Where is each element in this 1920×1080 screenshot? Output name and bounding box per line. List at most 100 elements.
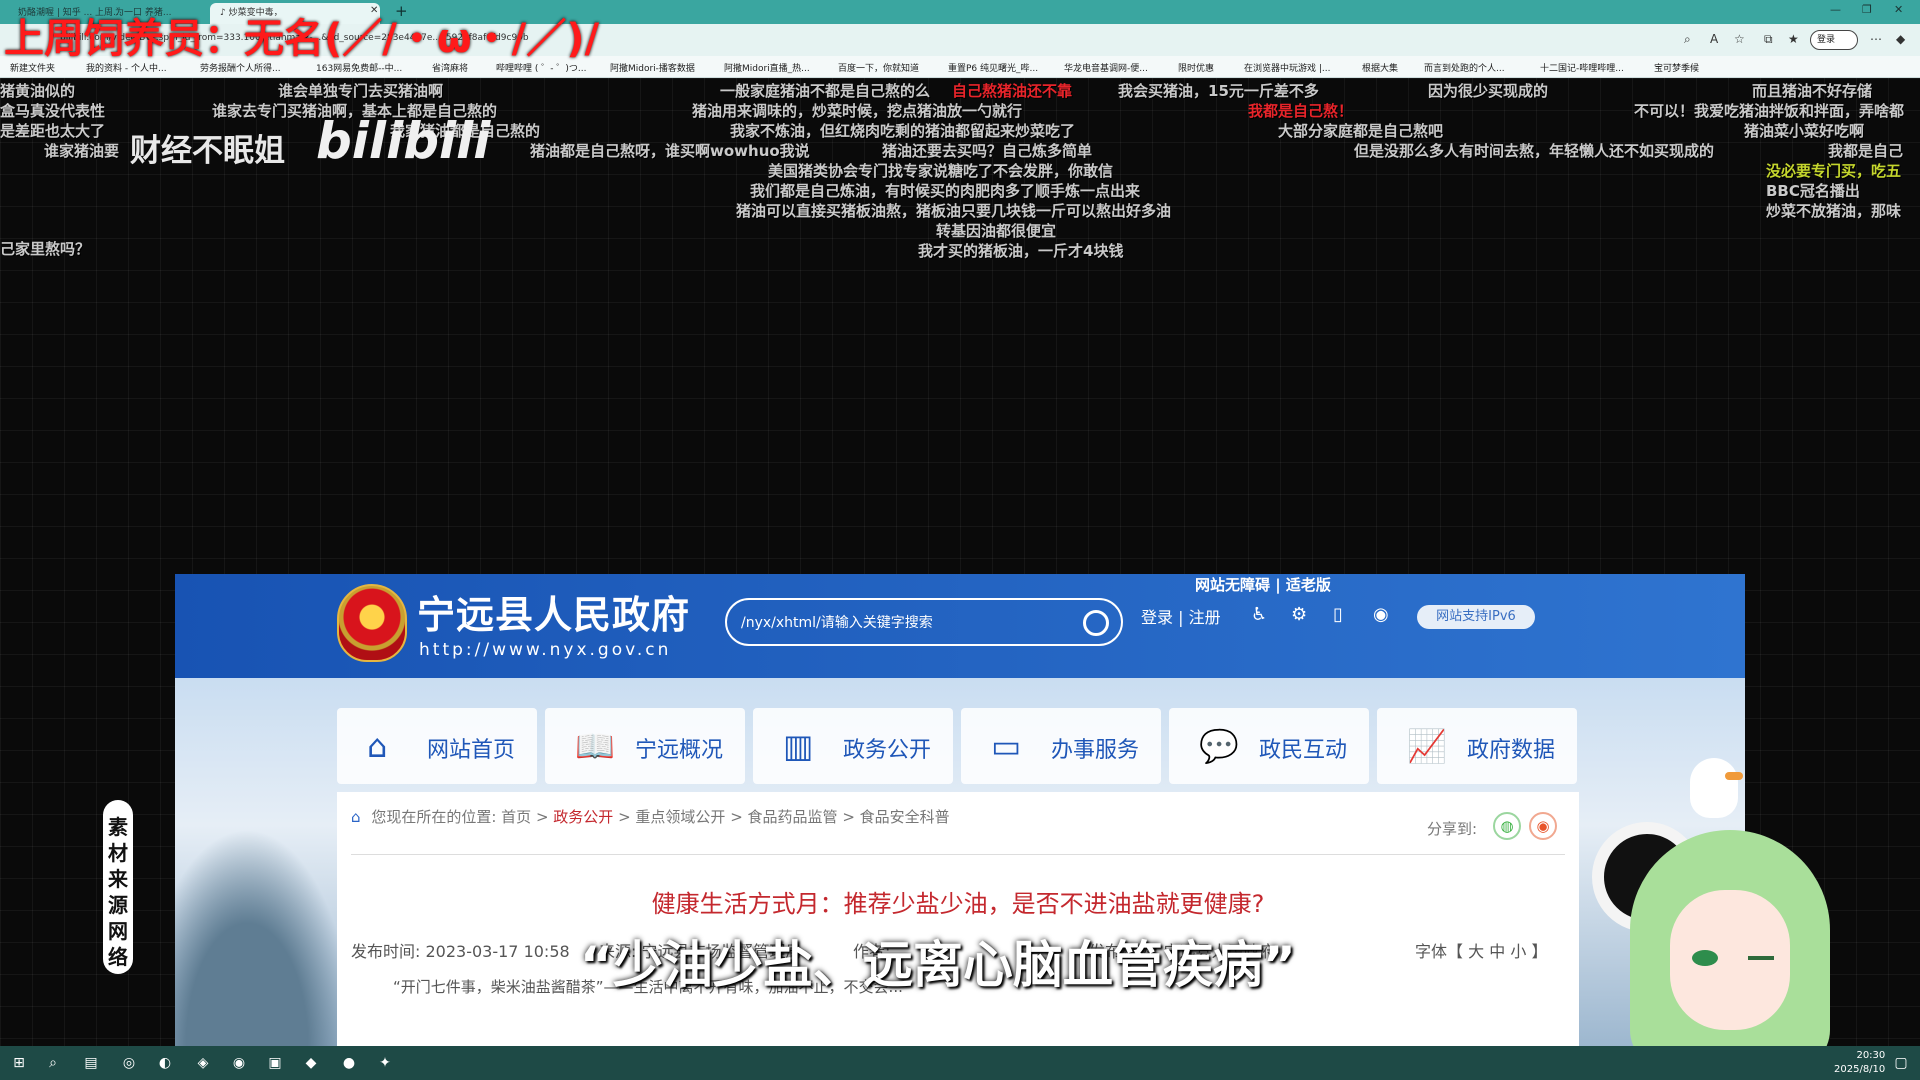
breadcrumb-affairs[interactable]: 政务公开	[553, 808, 613, 826]
divider	[351, 854, 1565, 855]
bookmark[interactable]: 限时优惠	[1178, 61, 1214, 74]
app-icon[interactable]: ◆	[300, 1053, 322, 1073]
nav-item-home[interactable]: ⌂ 网站首页	[337, 708, 537, 784]
breadcrumb: ⌂ 您现在所在的位置: 首页 > 政务公开 > 重点领域公开 > 食品药品监管 …	[351, 808, 950, 826]
breadcrumb-food-safety[interactable]: 食品安全科普	[860, 808, 950, 826]
nav-item-overview[interactable]: 📖 宁远概况	[545, 708, 745, 784]
bookmark[interactable]: 宝可梦季候	[1654, 61, 1699, 74]
danmaku-comment: 但是没那么多人有时间去熬，年轻懒人还不如买现成的	[1354, 142, 1715, 160]
publish-time: 发布时间: 2023-03-17 10:58	[351, 938, 570, 962]
obs-icon[interactable]: ●	[338, 1053, 360, 1073]
avatar-face	[1670, 890, 1790, 1030]
close-window-icon[interactable]: ✕	[1894, 3, 1903, 16]
nav-item-interaction[interactable]: 💬 政民互动	[1169, 708, 1369, 784]
accessibility-icon[interactable]: ♿	[1251, 604, 1267, 625]
danmaku-comment: 美国猪类协会专门找专家说糖吃了不会发胖，你敢信	[768, 162, 1114, 180]
star-icon[interactable]: ☆	[1734, 32, 1745, 46]
edge-icon[interactable]: ◐	[154, 1053, 176, 1073]
browser-icon[interactable]: ◎	[118, 1053, 140, 1073]
robot-icon[interactable]: ⚙	[1291, 604, 1307, 625]
avatar-eye	[1692, 950, 1718, 966]
breadcrumb-home[interactable]: 首页	[501, 808, 531, 826]
danmaku-comment: 猪油用来调味的，炒菜时候，挖点猪油放一勺就行	[692, 102, 1023, 120]
bilibili-logo: bilibili	[316, 112, 491, 170]
bookmark[interactable]: 华龙电音基调网-便...	[1064, 61, 1148, 74]
video-subtitle: “少油少盐、远离心脑血管疾病”	[580, 936, 1296, 994]
bookmark[interactable]: 在浏览器中玩游戏 |...	[1244, 61, 1330, 74]
image-viewer-icon[interactable]: ▣	[264, 1053, 286, 1073]
monitor-icon: ▭	[991, 727, 1022, 765]
search-input[interactable]	[741, 612, 1071, 634]
minimize-icon[interactable]: —	[1830, 3, 1841, 16]
danmaku-comment: 谁家猪油要	[44, 142, 120, 160]
bookmark[interactable]: 根据大集	[1362, 61, 1398, 74]
read-aloud-icon[interactable]: A	[1710, 32, 1718, 46]
favorites-icon[interactable]: ★	[1788, 32, 1799, 46]
breadcrumb-key-areas[interactable]: 重点领域公开	[635, 808, 725, 826]
font-large-button[interactable]: 大	[1468, 942, 1484, 961]
danmaku-comment: 我才买的猪板油，一斤才4块钱	[918, 242, 1124, 260]
copilot-icon[interactable]: ◆	[1896, 32, 1905, 46]
source-note: 素材来源网络	[103, 800, 133, 974]
bookmark[interactable]: 而言到处跑的个人...	[1424, 61, 1505, 74]
font-medium-button[interactable]: 中	[1489, 942, 1505, 961]
nav-label: 网站首页	[427, 738, 516, 763]
nav-item-services[interactable]: ▭ 办事服务	[961, 708, 1161, 784]
separator: |	[1178, 608, 1184, 627]
danmaku-comment: 我会买猪油，15元一斤差不多	[1118, 82, 1319, 100]
search-icon[interactable]: ⌕	[42, 1053, 64, 1073]
book-icon: 📖	[575, 727, 615, 765]
breadcrumb-prefix: 您现在所在的位置:	[371, 808, 497, 826]
breadcrumb-food-drug[interactable]: 食品药品监管	[748, 808, 838, 826]
danmaku-comment: BBC冠名播出	[1766, 182, 1860, 200]
mountain-decoration	[175, 828, 355, 1046]
steam-icon[interactable]: ◈	[192, 1053, 214, 1073]
browser-login-button[interactable]: 登录	[1810, 30, 1858, 50]
login-link[interactable]: 登录	[1141, 608, 1173, 627]
weibo-share-icon[interactable]: ◉	[1529, 812, 1557, 840]
font-small-button[interactable]: 小	[1510, 942, 1526, 961]
app-icon[interactable]: ✦	[374, 1053, 396, 1073]
restore-icon[interactable]: ❐	[1862, 3, 1872, 16]
chart-icon: 📈	[1407, 727, 1447, 765]
danmaku-comment: 我都是自己熬！	[1248, 102, 1354, 120]
bookmark[interactable]: 阿撒Midori直播_热...	[724, 61, 810, 74]
register-link[interactable]: 注册	[1189, 608, 1221, 627]
start-icon[interactable]: ⊞	[8, 1053, 30, 1073]
bookmark[interactable]: 阿撒Midori-播客数据	[610, 61, 695, 74]
danmaku-comment: 炒菜不放猪油，那味	[1766, 202, 1902, 220]
danmaku-comment: 我家不炼油，但红烧肉吃剩的猪油都留起来炒菜吃了	[730, 122, 1076, 140]
home-icon: ⌂	[351, 808, 361, 826]
duck-beak	[1725, 772, 1743, 780]
wechat-share-icon[interactable]: ◍	[1493, 812, 1521, 840]
extensions-icon[interactable]: ⧉	[1764, 32, 1773, 47]
bookmark[interactable]: 十二国记-哔哩哔哩...	[1540, 61, 1624, 74]
more-icon[interactable]: ⋯	[1870, 32, 1882, 46]
mobile-icon[interactable]: ▯	[1333, 604, 1343, 625]
nav-item-data[interactable]: 📈 政府数据	[1377, 708, 1577, 784]
accessibility-links[interactable]: 网站无障碍 | 适老版	[1195, 574, 1331, 595]
bookmark[interactable]: 重置P6 纯见曙光_哔...	[948, 61, 1038, 74]
share-label: 分享到:	[1427, 820, 1478, 838]
danmaku-comment: 是差距也太大了	[0, 122, 106, 140]
weibo-icon[interactable]: ◉	[1373, 604, 1389, 625]
notification-icon[interactable]: ▢	[1890, 1053, 1912, 1073]
search-icon[interactable]	[1083, 610, 1109, 636]
danmaku-comment: 猪油菜小菜好吃啊	[1744, 122, 1865, 140]
danmaku-comment: 我们都是自己炼油，有时候买的肉肥肉多了顺手炼一点出来	[750, 182, 1141, 200]
nav-item-affairs[interactable]: ▥ 政务公开	[753, 708, 953, 784]
system-clock[interactable]: 20:30 2025/8/10	[1834, 1049, 1885, 1077]
avatar-wink	[1748, 956, 1774, 960]
danmaku-comment: 没必要专门买，吃五	[1766, 162, 1902, 180]
home-icon: ⌂	[367, 727, 388, 765]
ipv6-badge: 网站支持IPv6	[1417, 605, 1535, 629]
netease-music-icon[interactable]: ◉	[228, 1053, 250, 1073]
nav-label: 宁远概况	[635, 738, 724, 763]
file-explorer-icon[interactable]: ▤	[80, 1053, 102, 1073]
danmaku-comment: 而且猪油不好存储	[1752, 82, 1873, 100]
danmaku-comment: 己家里熬吗？	[0, 240, 91, 258]
clock-date: 2025/8/10	[1834, 1064, 1886, 1075]
bookmark[interactable]: 百度一下，你就知道	[838, 61, 919, 74]
zoom-icon[interactable]: ⌕	[1684, 32, 1691, 47]
nav-label: 办事服务	[1051, 738, 1140, 763]
